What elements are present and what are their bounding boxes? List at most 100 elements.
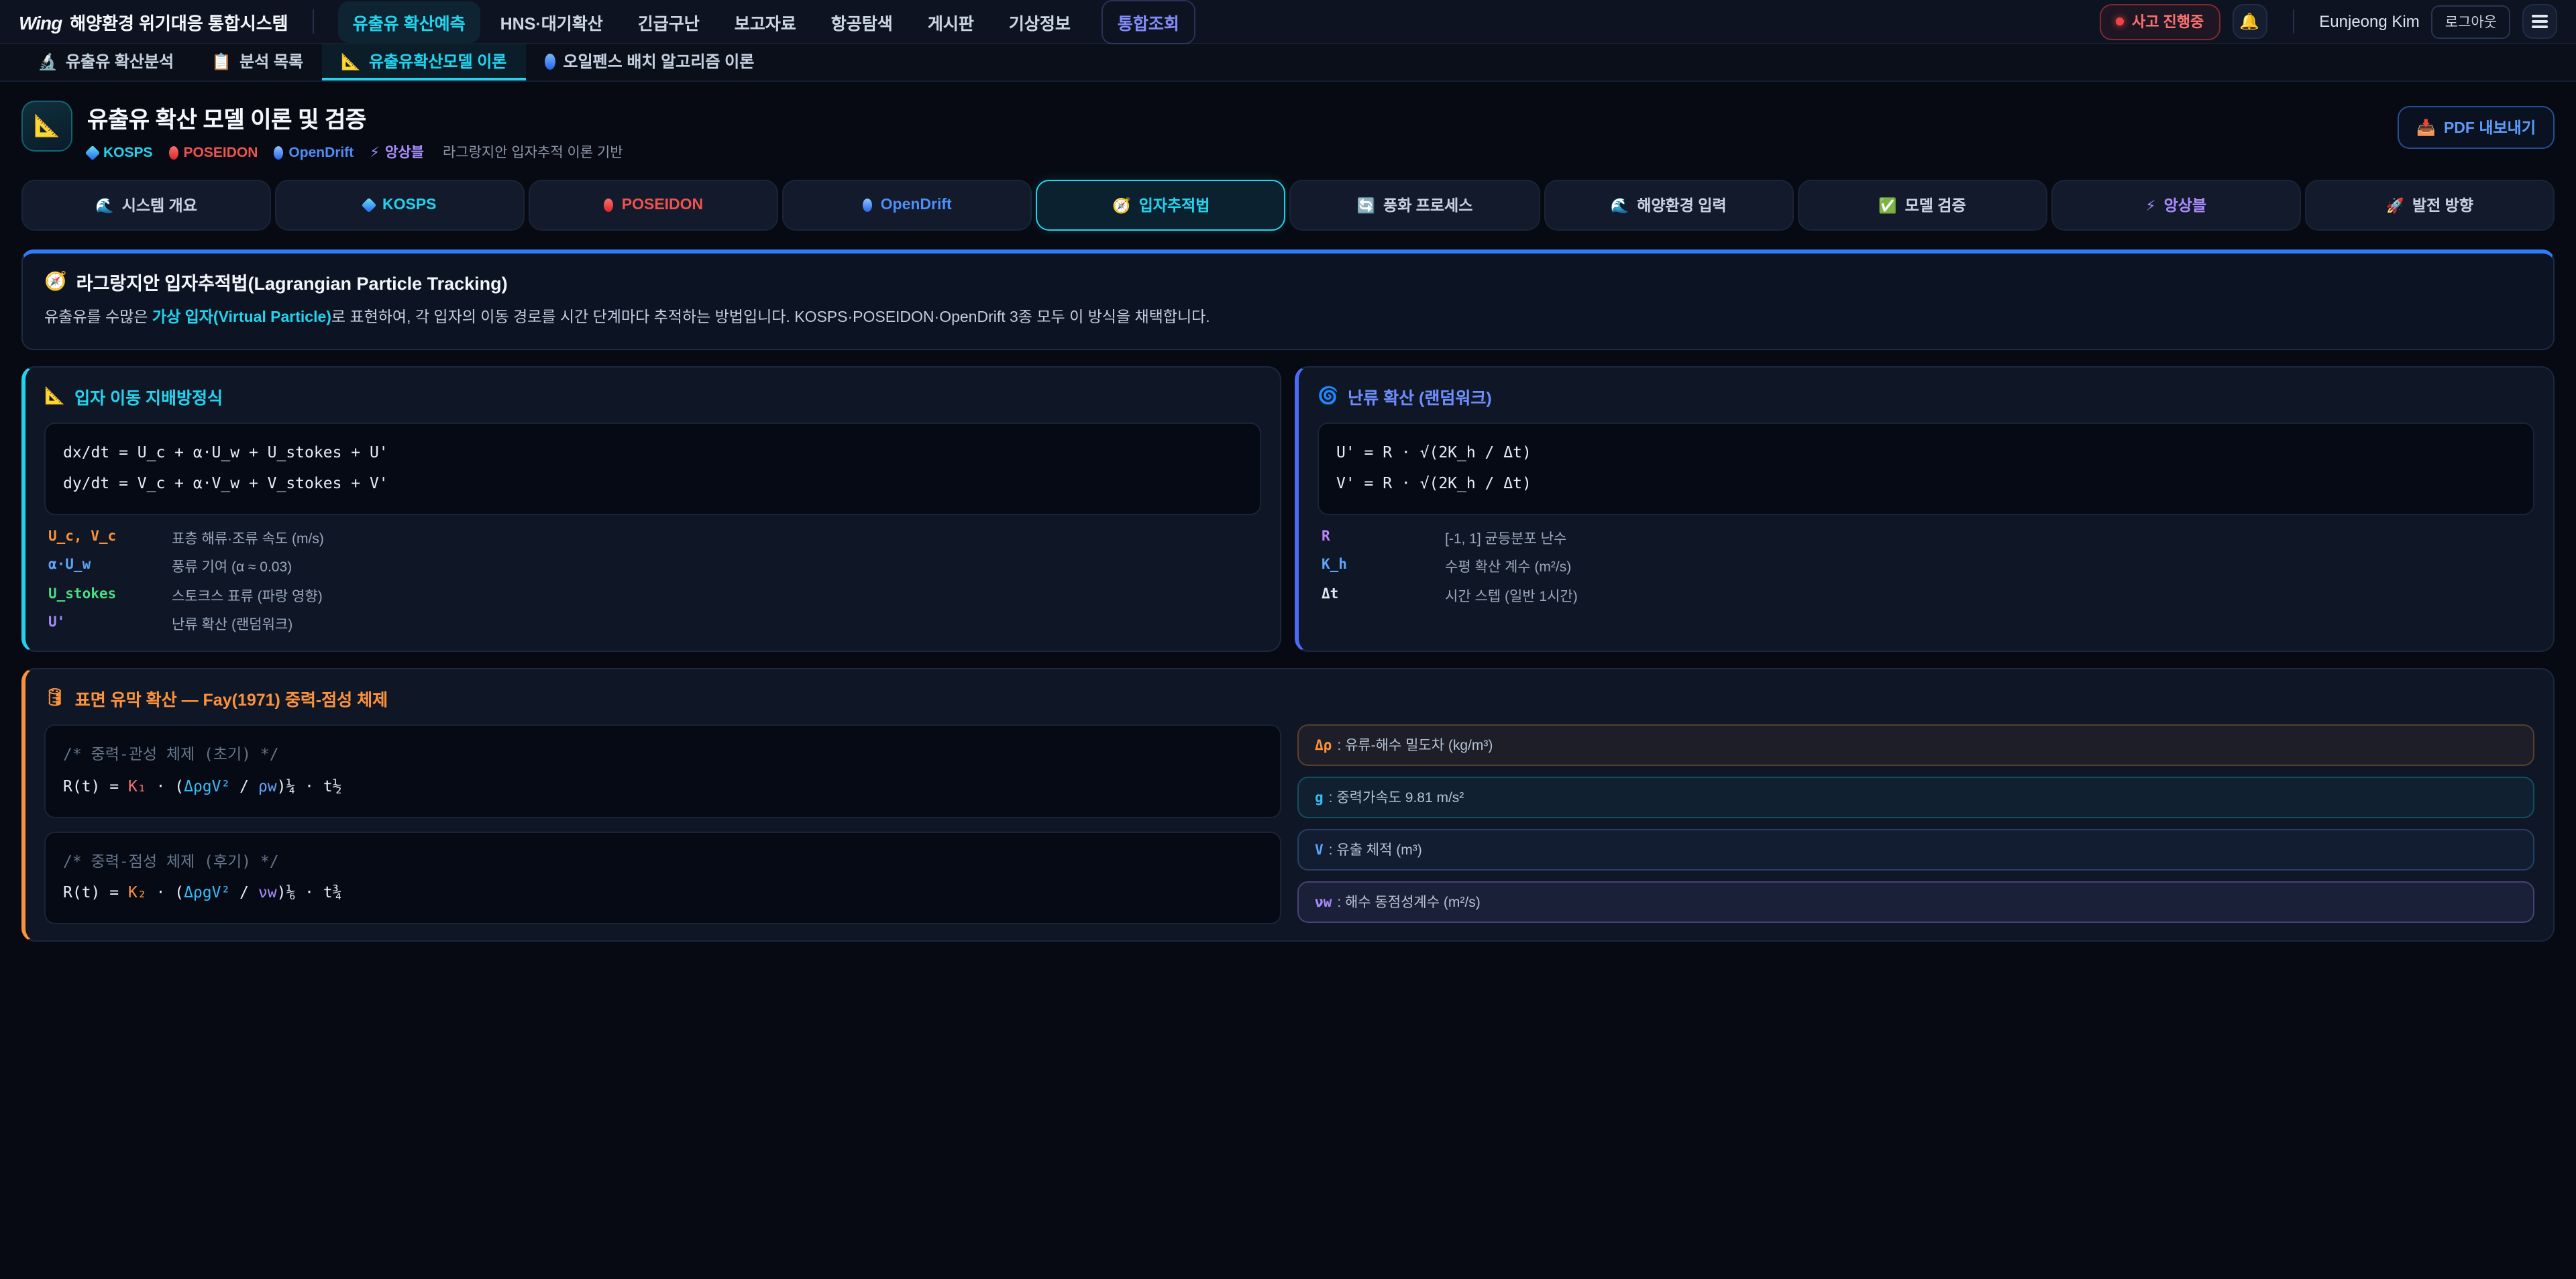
nav-item-board[interactable]: 게시판 (913, 1, 989, 42)
inbox-tray-icon: 📥 (2416, 118, 2436, 137)
section-chip-nav: 🌊 시스템 개요 KOSPS POSEIDON OpenDrift 🧭 입자추적… (21, 180, 2555, 231)
tab-label: 유출유확산모델 이론 (369, 50, 506, 72)
oil-drum-icon: 🛢 (44, 689, 66, 709)
tab-diffusion-model-theory[interactable]: 📐 유출유확산모델 이론 (322, 44, 525, 80)
oil-fence-icon (544, 53, 555, 69)
chip-ensemble[interactable]: ⚡ 앙상블 (2051, 180, 2301, 231)
badge-poseidon: POSEIDON (169, 144, 258, 160)
diamond-icon (85, 145, 101, 160)
wave-icon: 🌊 (95, 197, 113, 214)
chip-kosps[interactable]: KOSPS (275, 180, 525, 231)
hamburger-menu-button[interactable] (2522, 4, 2557, 39)
tab-label: 분석 목록 (239, 50, 303, 72)
lagrangian-intro-card: 🧭 라그랑지안 입자추적법(Lagrangian Particle Tracki… (21, 249, 2555, 350)
virtual-particle-highlight: 가상 입자(Virtual Particle) (152, 310, 331, 326)
pdf-export-button[interactable]: 📥 PDF 내보내기 (2398, 106, 2555, 149)
lightning-icon: ⚡ (370, 144, 380, 160)
chip-marine-environment-input[interactable]: 🌊 해양환경 입력 (1544, 180, 1793, 231)
notifications-button[interactable]: 🔔 (2232, 4, 2267, 39)
legend-desc: 표층 해류·조류 속도 (m/s) (172, 529, 1257, 549)
tab-oil-spill-analysis[interactable]: 🔬 유출유 확산분석 (19, 44, 193, 80)
app-logo[interactable]: Wing 해양환경 위기대응 통합시스템 (19, 9, 288, 34)
legend-term: Δt (1322, 586, 1445, 606)
nav-item-reports[interactable]: 보고자료 (720, 1, 811, 42)
lightning-icon: ⚡ (2145, 197, 2155, 214)
card-title: 📐 입자 이동 지배방정식 (44, 384, 1261, 409)
microscope-icon: 🔬 (38, 52, 58, 70)
app-title: 해양환경 위기대응 통합시스템 (70, 9, 288, 34)
param-spill-volume: V : 유출 체적 (m³) (1297, 830, 2534, 871)
logout-button[interactable]: 로그아웃 (2432, 5, 2510, 38)
triangle-ruler-icon: 📐 (341, 52, 361, 70)
wave-icon: 🌊 (1611, 197, 1629, 214)
legend-desc: 수평 확산 계수 (m²/s) (1445, 557, 2530, 577)
intro-body: 유출유를 수많은 가상 입자(Virtual Particle)로 표현하여, … (44, 307, 2532, 331)
legend-desc: [-1, 1] 균등분포 난수 (1445, 529, 2530, 549)
chip-poseidon[interactable]: POSEIDON (529, 180, 778, 231)
badge-opendrift: OpenDrift (274, 144, 354, 160)
intro-title: 🧭 라그랑지안 입자추적법(Lagrangian Particle Tracki… (44, 268, 2532, 295)
nav-item-integrated-search[interactable]: 통합조회 (1102, 0, 1195, 44)
blue-oval-icon (274, 146, 283, 159)
divider (2292, 9, 2294, 34)
incident-badge-label: 사고 진행중 (2132, 11, 2204, 32)
chip-weathering-process[interactable]: 🔄 풍화 프로세스 (1290, 180, 1540, 231)
page-title: 유출유 확산 모델 이론 및 검증 (87, 101, 623, 134)
chip-particle-tracking[interactable]: 🧭 입자추적법 (1036, 180, 1286, 231)
tab-analysis-list[interactable]: 📋 분석 목록 (193, 44, 322, 80)
nav-item-hns-atmospheric[interactable]: HNS·대기확산 (486, 1, 618, 42)
bell-icon: 🔔 (2239, 12, 2259, 31)
governing-legend: U_c, V_c 표층 해류·조류 속도 (m/s) α·U_w 풍류 기여 (… (44, 529, 1261, 635)
param-gravity: g : 중력가속도 9.81 m/s² (1297, 777, 2534, 819)
legend-term: α·U_w (48, 557, 172, 577)
page: Wing 해양환경 위기대응 통합시스템 유출유 확산예측 HNS·대기확산 긴… (0, 0, 2576, 1279)
incident-status-badge[interactable]: 사고 진행중 (2100, 3, 2220, 40)
legend-term: R (1322, 529, 1445, 549)
legend-term: U_stokes (48, 586, 172, 606)
logo-wing-mark: Wing (19, 11, 62, 33)
refresh-icon: 🔄 (1357, 197, 1375, 214)
topbar-right: 사고 진행중 🔔 Eunjeong Kim 로그아웃 (2100, 3, 2557, 40)
main-nav: 유출유 확산예측 HNS·대기확산 긴급구난 보고자료 항공탐색 게시판 기상정… (338, 0, 2089, 44)
fay-content-grid: /* 중력-관성 체제 (초기) */ R(t) = K₁ · (ΔρgV² /… (44, 725, 2534, 924)
clipboard-icon: 📋 (211, 52, 231, 70)
incident-dot-icon (2116, 17, 2124, 25)
check-icon: ✅ (1878, 197, 1896, 214)
tab-label: 유출유 확산분석 (66, 50, 174, 72)
governing-equation-card: 📐 입자 이동 지배방정식 dx/dt = U_c + α·U_w + U_st… (21, 366, 1281, 653)
nav-item-weather-info[interactable]: 기상정보 (994, 1, 1085, 42)
legend-term: U_c, V_c (48, 529, 172, 549)
swirl-icon: 🌀 (1318, 386, 1338, 406)
page-title-block: 유출유 확산 모델 이론 및 검증 KOSPS POSEIDON OpenDri… (87, 101, 623, 162)
legend-desc: 난류 확산 (랜덤워크) (172, 615, 1257, 635)
compass-icon: 🧭 (1112, 197, 1130, 214)
top-navigation-bar: Wing 해양환경 위기대응 통합시스템 유출유 확산예측 HNS·대기확산 긴… (0, 0, 2576, 44)
triangle-ruler-icon: 📐 (34, 113, 60, 140)
param-density-difference: Δρ : 유류-해수 밀도차 (kg/m³) (1297, 725, 2534, 767)
page-title-icon-box: 📐 (21, 101, 72, 152)
formula-cards-row: 📐 입자 이동 지배방정식 dx/dt = U_c + α·U_w + U_st… (21, 366, 2555, 653)
nav-item-aerial-search[interactable]: 항공탐색 (816, 1, 908, 42)
legend-desc: 시간 스텝 (일반 1시간) (1445, 586, 2530, 606)
divider (313, 9, 314, 34)
governing-equation-code: dx/dt = U_c + α·U_w + U_stokes + U' dy/d… (44, 423, 1261, 515)
card-title: 🌀 난류 확산 (랜덤워크) (1318, 384, 2534, 409)
param-kinematic-viscosity: νw : 해수 동점성계수 (m²/s) (1297, 882, 2534, 924)
tab-oil-fence-algorithm-theory[interactable]: 오일펜스 배치 알고리즘 이론 (525, 44, 773, 80)
fay-spreading-card: 🛢 표면 유막 확산 — Fay(1971) 중력-점성 체제 /* 중력-관성… (21, 669, 2555, 942)
rocket-icon: 🚀 (2386, 197, 2404, 214)
diamond-icon (362, 198, 377, 213)
gravity-viscous-code: /* 중력-점성 체제 (후기) */ R(t) = K₂ · (ΔρgV² /… (44, 831, 1281, 924)
chip-opendrift[interactable]: OpenDrift (783, 180, 1032, 231)
fay-code-column: /* 중력-관성 체제 (초기) */ R(t) = K₁ · (ΔρgV² /… (44, 725, 1281, 924)
nav-item-emergency-rescue[interactable]: 긴급구난 (623, 1, 714, 42)
red-oval-icon (604, 199, 614, 212)
turbulent-diffusion-card: 🌀 난류 확산 (랜덤워크) U' = R · √(2K_h / Δt) V' … (1295, 366, 2555, 653)
model-badge-row: KOSPS POSEIDON OpenDrift ⚡ 앙상블 라그랑지안 입자추… (87, 142, 623, 162)
red-oval-icon (169, 146, 178, 159)
header-note: 라그랑지안 입자추적 이론 기반 (443, 142, 623, 162)
nav-item-oil-spill-prediction[interactable]: 유출유 확산예측 (338, 1, 480, 42)
chip-future-direction[interactable]: 🚀 발전 방향 (2305, 180, 2555, 231)
chip-model-validation[interactable]: ✅ 모델 검증 (1797, 180, 2047, 231)
chip-system-overview[interactable]: 🌊 시스템 개요 (21, 180, 271, 231)
